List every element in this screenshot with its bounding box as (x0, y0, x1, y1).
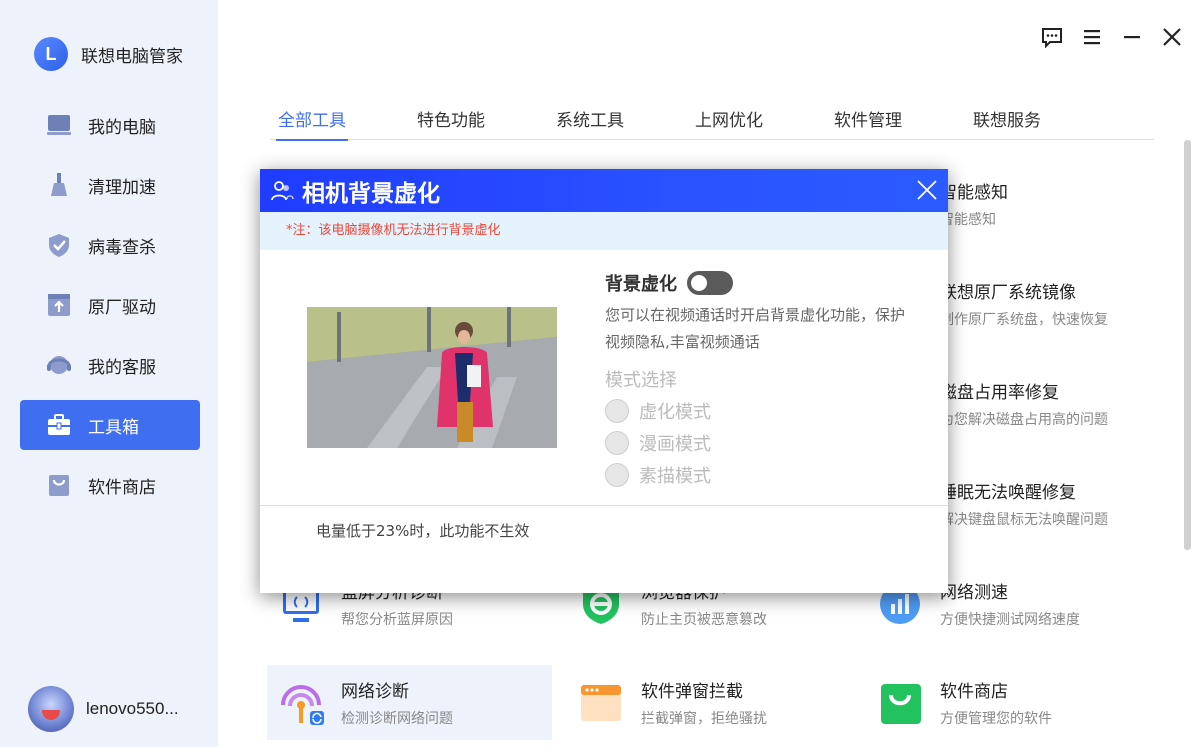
app-window: L 联想电脑管家 我的电脑 清理加速 病毒查杀 原厂驱动 我的客服 工具箱 软件… (0, 0, 1203, 747)
tool-desc: 防止主页被恶意篡改 (641, 612, 767, 628)
radio-button[interactable] (605, 431, 629, 455)
blur-label: 背景虚化 (605, 274, 677, 295)
mode-label: 虚化模式 (639, 402, 711, 423)
tool-desc: 检测诊断网络问题 (341, 711, 453, 727)
sidebar-item-label: 我的电脑 (88, 117, 156, 138)
sidebar-item-cleanup[interactable]: 清理加速 (20, 160, 200, 210)
upload-box-icon (46, 292, 72, 318)
close-button[interactable] (1159, 24, 1185, 50)
sidebar-item-label: 原厂驱动 (88, 297, 156, 318)
shopping-bag-icon (46, 472, 72, 498)
menu-button[interactable] (1079, 24, 1105, 50)
sidebar-item-support[interactable]: 我的客服 (20, 340, 200, 390)
tab-network-optimize[interactable]: 上网优化 (687, 106, 771, 140)
wifi-signal-icon (277, 679, 325, 727)
dialog-header: 相机背景虚化 (260, 169, 948, 212)
shield-icon (46, 232, 72, 258)
scrollbar[interactable] (1184, 140, 1191, 550)
sidebar-item-label: 工具箱 (88, 417, 139, 438)
tool-desc: 方便快捷测试网络速度 (940, 612, 1080, 628)
tab-all-tools[interactable]: 全部工具 (270, 106, 354, 141)
tool-desc: 解决键盘鼠标无法唤醒问题 (940, 512, 1108, 528)
mode-option-comic[interactable]: 漫画模式 (605, 430, 905, 456)
brand: L 联想电脑管家 (34, 36, 183, 72)
sidebar-item-antivirus[interactable]: 病毒查杀 (20, 220, 200, 270)
camera-preview-image (307, 307, 557, 448)
tool-name: 睡眠无法唤醒修复 (940, 483, 1076, 503)
tool-name: 网络测速 (940, 583, 1008, 603)
background-blur-dialog: 相机背景虚化 *注：该电脑摄像机无法进行背景虚化 背景虚化 您可以在视频通话时开… (260, 169, 948, 593)
blur-description: 您可以在视频通话时开启背景虚化功能，保护视频隐私,丰富视频通话 (605, 306, 906, 351)
close-icon (1163, 28, 1181, 46)
lenovo-logo-icon: L (34, 37, 68, 71)
feedback-button[interactable] (1039, 24, 1065, 50)
mode-option-blur[interactable]: 虚化模式 (605, 398, 905, 424)
menu-icon (1084, 30, 1100, 45)
sidebar-item-toolbox[interactable]: 工具箱 (20, 400, 200, 450)
sidebar-item-my-computer[interactable]: 我的电脑 (20, 100, 200, 150)
user-profile[interactable]: lenovo550... (28, 686, 179, 732)
blur-settings: 背景虚化 您可以在视频通话时开启背景虚化功能，保护视频隐私,丰富视频通话 模式选… (605, 270, 905, 488)
store-bag-icon (876, 679, 924, 727)
tab-system-tools[interactable]: 系统工具 (548, 106, 632, 140)
mode-select-title: 模式选择 (605, 370, 677, 391)
sidebar-item-label: 我的客服 (88, 357, 156, 378)
username: lenovo550... (86, 699, 179, 718)
dialog-title: 相机背景虚化 (302, 180, 440, 207)
mode-option-sketch[interactable]: 素描模式 (605, 462, 905, 488)
dialog-close-button[interactable] (916, 179, 938, 201)
sidebar-item-label: 清理加速 (88, 177, 156, 198)
tool-name: 智能感知 (940, 183, 1008, 203)
tab-lenovo-service[interactable]: 联想服务 (965, 106, 1049, 140)
sidebar-item-software-store[interactable]: 软件商店 (20, 460, 200, 510)
sidebar-nav: 我的电脑 清理加速 病毒查杀 原厂驱动 我的客服 工具箱 软件商店 (20, 100, 200, 520)
tab-featured[interactable]: 特色功能 (409, 106, 493, 140)
tool-desc: 制作原厂系统盘，快速恢复 (940, 312, 1108, 328)
tool-desc: 智能感知 (940, 212, 996, 228)
blur-toggle-switch[interactable] (687, 271, 733, 295)
sidebar-item-drivers[interactable]: 原厂驱动 (20, 280, 200, 330)
feedback-icon (1042, 28, 1062, 48)
minimize-icon (1124, 36, 1140, 39)
tool-desc: 方便管理您的软件 (940, 711, 1052, 727)
radio-button[interactable] (605, 399, 629, 423)
minimize-button[interactable] (1119, 24, 1145, 50)
tool-name: 磁盘占用率修复 (940, 383, 1059, 403)
tool-tabs: 全部工具 特色功能 系统工具 上网优化 软件管理 联想服务 (270, 106, 1154, 141)
tool-name: 联想原厂系统镜像 (940, 283, 1076, 303)
close-icon (917, 180, 937, 200)
tool-name: 软件弹窗拦截 (641, 682, 743, 702)
mode-label: 漫画模式 (639, 434, 711, 455)
camera-notice: *注：该电脑摄像机无法进行背景虚化 (260, 212, 948, 250)
tab-software-manage[interactable]: 软件管理 (826, 106, 910, 140)
tool-popup-block[interactable]: 软件弹窗拦截拦截弹窗，拒绝骚扰 (567, 665, 852, 740)
tool-desc: 帮您分析蓝屏原因 (341, 612, 453, 628)
toolbox-icon (46, 412, 72, 438)
tool-name: 网络诊断 (341, 682, 409, 702)
mode-label: 素描模式 (639, 466, 711, 487)
tool-software-store[interactable]: 软件商店方便管理您的软件 (866, 665, 1151, 740)
sidebar: L 联想电脑管家 我的电脑 清理加速 病毒查杀 原厂驱动 我的客服 工具箱 软件… (0, 0, 218, 747)
sidebar-item-label: 软件商店 (88, 477, 156, 498)
broom-icon (46, 172, 72, 198)
laptop-icon (46, 112, 72, 138)
app-title: 联想电脑管家 (81, 46, 183, 67)
users-icon (271, 180, 294, 200)
headset-icon (46, 352, 72, 378)
avatar[interactable] (28, 686, 74, 732)
tool-network-diagnosis[interactable]: 网络诊断检测诊断网络问题 (267, 665, 552, 740)
tool-desc: 为您解决磁盘占用高的问题 (940, 412, 1108, 428)
sidebar-item-label: 病毒查杀 (88, 237, 156, 258)
popup-window-icon (577, 679, 625, 727)
dialog-body: 背景虚化 您可以在视频通话时开启背景虚化功能，保护视频隐私,丰富视频通话 模式选… (260, 250, 948, 506)
radio-button[interactable] (605, 463, 629, 487)
blur-toggle-row: 背景虚化 (605, 270, 905, 296)
window-controls (1039, 24, 1185, 50)
tool-desc: 拦截弹窗，拒绝骚扰 (641, 711, 767, 727)
tool-name: 软件商店 (940, 682, 1008, 702)
battery-note: 电量低于23%时，此功能不生效 (316, 522, 530, 540)
